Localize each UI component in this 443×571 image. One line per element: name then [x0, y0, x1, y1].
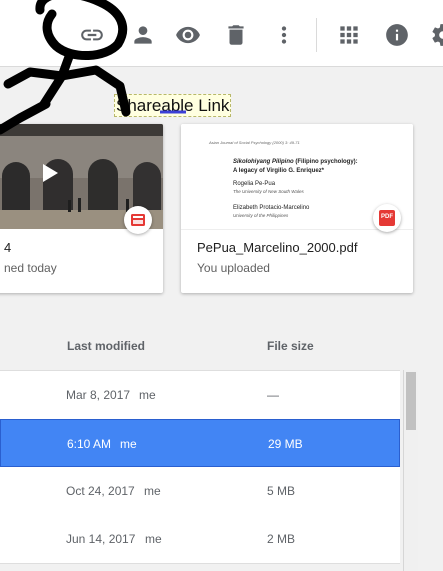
row-file-size: 29 MB: [268, 437, 303, 451]
pdf-heading: Sikolohiyang Pilipino (Filipino psycholo…: [233, 159, 358, 165]
file-card-title: PePua_Marcelino_2000.pdf: [197, 240, 358, 255]
table-row[interactable]: Mar 8, 2017 me —: [0, 371, 400, 420]
row-last-modified: Jun 14, 2017: [66, 532, 136, 546]
toolbar: [0, 0, 443, 67]
table-row[interactable]: Jun 14, 2017 me 2 MB: [0, 515, 400, 564]
row-file-size: 5 MB: [267, 484, 296, 498]
row-owner: me: [145, 532, 162, 546]
video-type-badge: [124, 206, 152, 234]
row-last-modified: 6:10 AM: [67, 437, 112, 451]
person-icon[interactable]: [130, 22, 156, 48]
row-owner: me: [120, 437, 137, 451]
toolbar-divider: [316, 18, 317, 52]
scrollbar-thumb[interactable]: [406, 372, 416, 430]
row-last-modified: Oct 24, 2017: [66, 484, 135, 498]
pdf-affil2: University of the Philippines: [233, 213, 289, 218]
video-icon: [131, 214, 145, 226]
column-header-last-modified[interactable]: Last modified: [67, 339, 145, 353]
table-row[interactable]: Oct 24, 2017 me 5 MB: [0, 467, 400, 516]
row-file-size: 2 MB: [267, 532, 296, 546]
row-last-modified: Mar 8, 2017: [66, 388, 131, 402]
pdf-author1: Rogelia Pe-Pua: [233, 181, 276, 187]
column-header-file-size[interactable]: File size: [267, 339, 314, 353]
scrollbar[interactable]: [403, 370, 418, 571]
file-card-subtitle: ned today: [4, 261, 57, 275]
file-card-pdf[interactable]: Asian Journal of Social Psychology (2000…: [181, 124, 413, 293]
grid-icon[interactable]: [336, 22, 362, 48]
file-card-video[interactable]: 4 ned today: [0, 124, 163, 293]
pdf-type-badge: PDF: [373, 204, 401, 232]
pdf-badge-label: PDF: [381, 214, 393, 220]
file-card-title: 4: [4, 240, 12, 255]
trash-icon[interactable]: [223, 22, 249, 48]
more-vert-icon[interactable]: [271, 22, 297, 48]
row-owner: me: [144, 484, 161, 498]
pdf-heading-line2: A legacy of Virgilio G. Enriquez*: [233, 168, 325, 174]
shareable-link-tooltip: Shareable Link: [114, 94, 232, 117]
info-icon[interactable]: [384, 22, 410, 48]
file-card-subtitle: You uploaded: [197, 261, 270, 275]
gear-icon[interactable]: [430, 22, 443, 48]
eye-icon[interactable]: [175, 22, 201, 48]
pdf-journal-line: Asian Journal of Social Psychology (2000…: [209, 140, 300, 145]
row-owner: me: [139, 388, 156, 402]
row-file-size: —: [267, 388, 279, 402]
link-icon[interactable]: [79, 22, 105, 48]
pdf-author2: Elizabeth Protacio-Marcelino: [233, 205, 310, 211]
table-row-selected[interactable]: 6:10 AM me 29 MB: [0, 419, 400, 467]
pdf-affil1: The University of New South Wales: [233, 189, 304, 194]
play-icon[interactable]: [40, 162, 60, 184]
